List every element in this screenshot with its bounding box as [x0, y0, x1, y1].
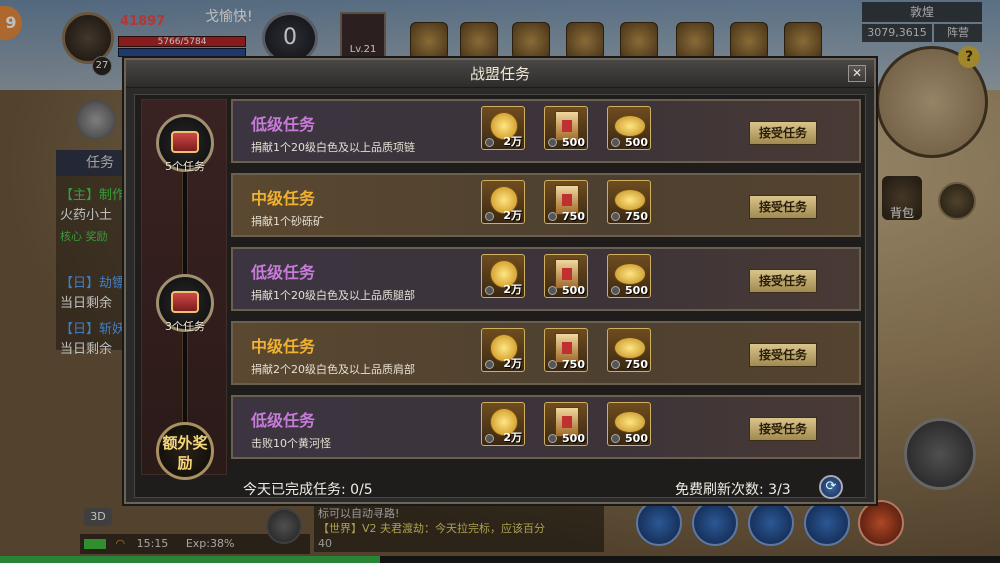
- task-description: 击败10个黄河怪: [251, 437, 331, 450]
- task-name: 低级任务: [251, 263, 316, 282]
- reward-amount: 750: [562, 210, 585, 223]
- reward-amount: 500: [562, 284, 585, 297]
- reward-amount: 2万: [503, 135, 522, 148]
- bind-icon: [485, 286, 494, 295]
- reward-item[interactable]: 2万: [481, 328, 525, 372]
- accept-task-button[interactable]: 接受任务: [749, 121, 817, 145]
- bind-icon: [611, 434, 620, 443]
- task-description: 捐献2个20级白色及以上品质肩部: [251, 363, 415, 376]
- bind-icon: [611, 286, 620, 295]
- extra-reward-button[interactable]: 额外奖励: [156, 422, 214, 480]
- reward-item[interactable]: 2万: [481, 180, 525, 224]
- reward-item[interactable]: 500: [544, 254, 588, 298]
- accept-task-button[interactable]: 接受任务: [749, 417, 817, 441]
- bind-icon: [548, 138, 557, 147]
- reward-item[interactable]: 500: [544, 402, 588, 446]
- accept-task-button[interactable]: 接受任务: [749, 343, 817, 367]
- reward-item[interactable]: 2万: [481, 254, 525, 298]
- reward-amount: 2万: [503, 209, 522, 222]
- reward-amount: 500: [625, 284, 648, 297]
- completed-value: 0/5: [350, 482, 373, 498]
- chest-label: 5个任务: [165, 160, 205, 173]
- bind-icon: [485, 360, 494, 369]
- reward-item[interactable]: 500: [607, 402, 651, 446]
- reward-amount: 2万: [503, 283, 522, 296]
- reward-amount: 750: [562, 358, 585, 371]
- dialog-body: 5个任务 3个任务 额外奖励 低级任务 捐献1个20级白色及以上品质项链 2万 500…: [134, 94, 866, 499]
- task-description: 捐献1个砂砾矿: [251, 215, 324, 228]
- task-name: 低级任务: [251, 115, 316, 134]
- task-row: 中级任务捐献1个砂砾矿 2万 750 750 接受任务: [231, 173, 861, 237]
- reward-amount: 500: [562, 136, 585, 149]
- reward-item[interactable]: 750: [607, 180, 651, 224]
- bind-icon: [548, 286, 557, 295]
- reward-item[interactable]: 500: [607, 254, 651, 298]
- chest-icon: [171, 131, 199, 153]
- bind-icon: [548, 212, 557, 221]
- task-description: 捐献1个20级白色及以上品质项链: [251, 141, 415, 154]
- reward-item[interactable]: 750: [544, 328, 588, 372]
- contribution-coins-icon: [614, 115, 646, 137]
- reward-amount: 750: [625, 358, 648, 371]
- refresh-value: 3/3: [768, 482, 791, 498]
- bind-icon: [548, 360, 557, 369]
- accept-task-button[interactable]: 接受任务: [749, 195, 817, 219]
- accept-task-button[interactable]: 接受任务: [749, 269, 817, 293]
- chest-icon: [171, 291, 199, 313]
- reward-item[interactable]: 750: [607, 328, 651, 372]
- bind-icon: [485, 212, 494, 221]
- task-row: 中级任务捐献2个20级白色及以上品质肩部 2万 750 750 接受任务: [231, 321, 861, 385]
- reward-item[interactable]: 2万: [481, 106, 525, 150]
- chest-label: 3个任务: [165, 320, 205, 333]
- bind-icon: [611, 212, 620, 221]
- bind-icon: [485, 138, 494, 147]
- dialog-header: 战盟任务 ✕: [126, 60, 874, 88]
- completed-counter: 今天已完成任务: 0/5: [243, 479, 373, 499]
- reward-amount: 500: [562, 432, 585, 445]
- task-row: 低级任务击败10个黄河怪 2万 500 500 接受任务: [231, 395, 861, 459]
- task-row: 低级任务捐献1个20级白色及以上品质腿部 2万 500 500 接受任务: [231, 247, 861, 311]
- bind-icon: [611, 360, 620, 369]
- task-description: 捐献1个20级白色及以上品质腿部: [251, 289, 415, 302]
- contribution-coins-icon: [614, 263, 646, 285]
- task-row: 低级任务捐献1个20级白色及以上品质项链 2万 500 500 接受任务: [231, 99, 861, 163]
- completed-label: 今天已完成任务:: [243, 482, 346, 498]
- contribution-coins-icon: [614, 411, 646, 433]
- milestone-reward-column: 5个任务 3个任务 额外奖励: [141, 99, 227, 480]
- task-name: 低级任务: [251, 411, 316, 430]
- reward-amount: 2万: [503, 431, 522, 444]
- contribution-coins-icon: [614, 189, 646, 211]
- reward-item[interactable]: 2万: [481, 402, 525, 446]
- reward-amount: 500: [625, 432, 648, 445]
- reward-amount: 750: [625, 210, 648, 223]
- contribution-coins-icon: [614, 337, 646, 359]
- close-button[interactable]: ✕: [848, 65, 866, 82]
- bind-icon: [611, 138, 620, 147]
- refresh-icon[interactable]: ⟳: [819, 475, 843, 499]
- bind-icon: [548, 434, 557, 443]
- alliance-task-dialog: 战盟任务 ✕ 5个任务 3个任务 额外奖励 低级任务捐献1个20级白色及以上品质…: [124, 58, 876, 504]
- reward-amount: 2万: [503, 357, 522, 370]
- reward-item[interactable]: 500: [607, 106, 651, 150]
- task-name: 中级任务: [251, 189, 316, 208]
- dialog-title: 战盟任务: [469, 65, 530, 83]
- reward-item[interactable]: 750: [544, 180, 588, 224]
- reward-item[interactable]: 500: [544, 106, 588, 150]
- refresh-label: 免费刷新次数:: [675, 482, 764, 498]
- refresh-counter: 免费刷新次数: 3/3: [675, 479, 791, 499]
- bind-icon: [485, 434, 494, 443]
- reward-amount: 500: [625, 136, 648, 149]
- task-name: 中级任务: [251, 337, 316, 356]
